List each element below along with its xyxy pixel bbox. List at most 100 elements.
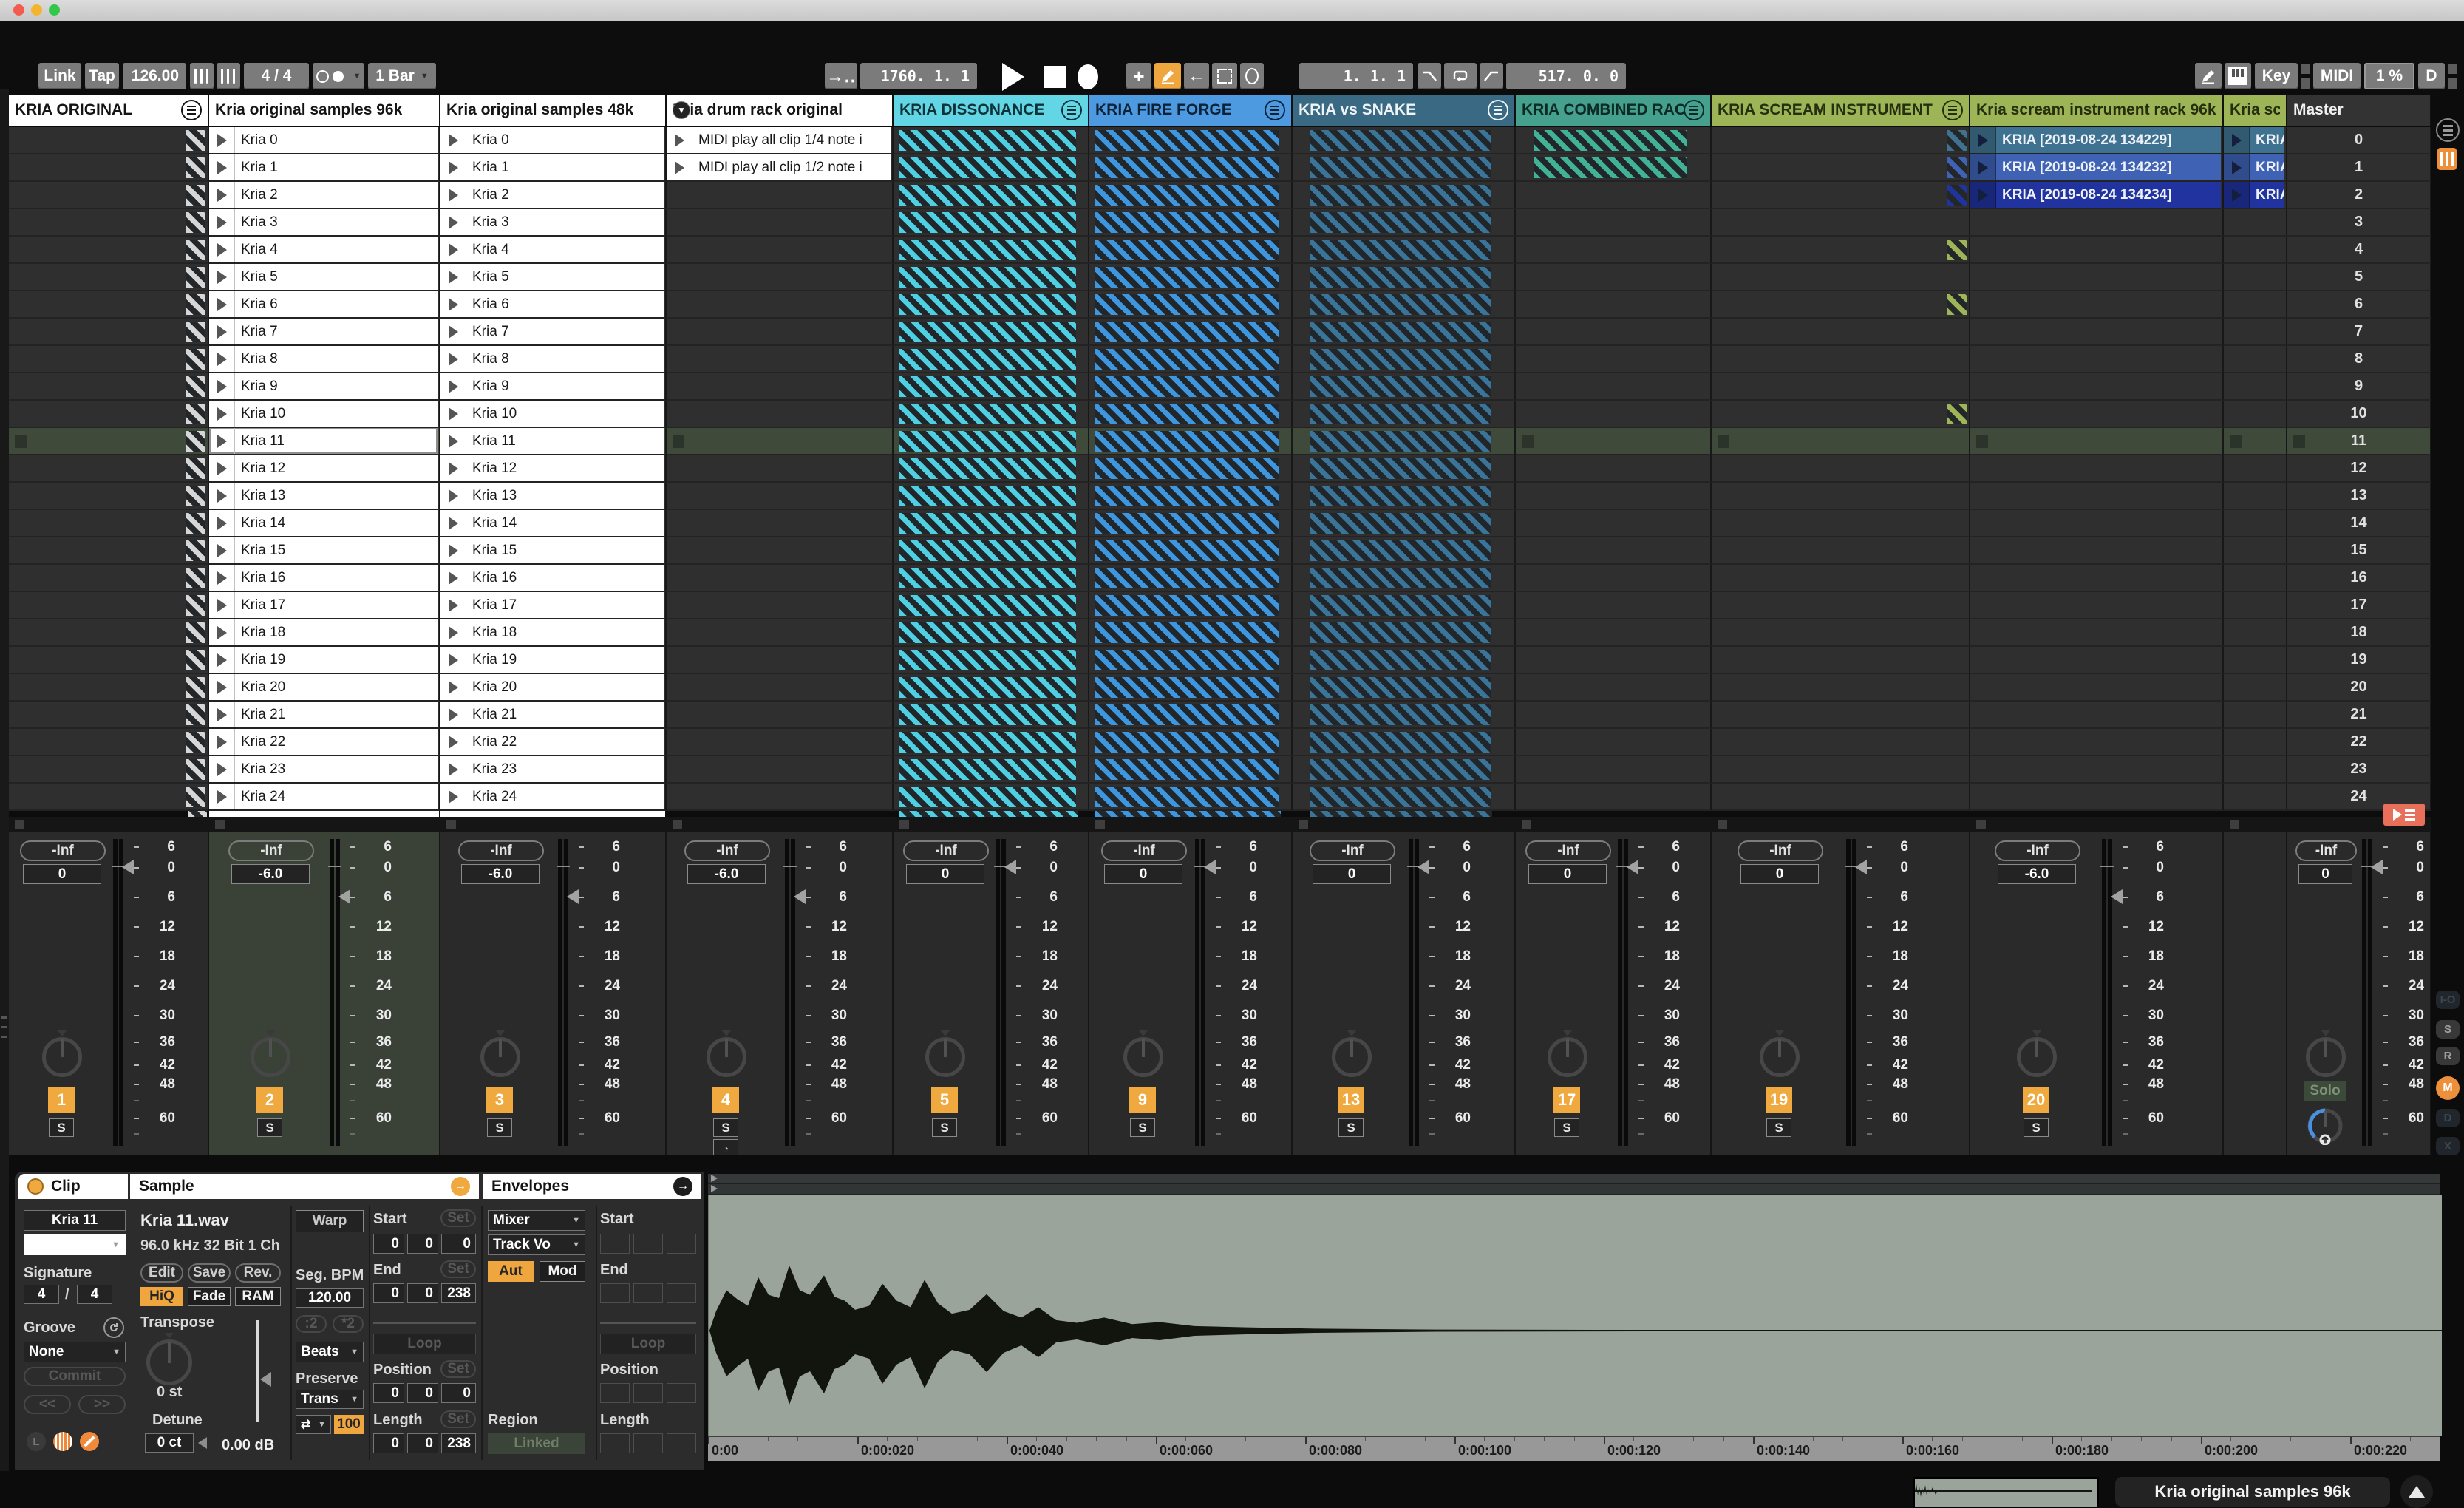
clip-slot[interactable] (1970, 537, 2224, 565)
clip[interactable]: Kria 10 (209, 401, 438, 427)
clip[interactable]: Kria 14 (440, 510, 664, 536)
clip-slot[interactable]: Kria 6 (440, 291, 667, 319)
group-clip-hatch[interactable] (899, 431, 1076, 452)
clip-slot[interactable] (9, 510, 209, 537)
clip-slot[interactable] (1516, 346, 1712, 373)
group-clip-hatch[interactable] (899, 732, 1076, 753)
peak-level-display[interactable]: -Inf (458, 840, 544, 861)
clip-launch-button[interactable] (667, 127, 692, 153)
clip-slot[interactable] (1516, 428, 1712, 455)
clip-slot[interactable] (2224, 756, 2287, 784)
clip-slot[interactable]: Kria 7 (440, 319, 667, 346)
modulation-toggle[interactable]: Mod (540, 1261, 585, 1282)
clip-slot[interactable] (9, 237, 209, 264)
group-clip-hatch[interactable] (1095, 458, 1279, 479)
clip-slot[interactable] (1712, 647, 1970, 674)
gain-slider-handle[interactable] (260, 1372, 271, 1387)
position-bars-field[interactable]: 0 (373, 1383, 404, 1403)
group-clip-hatch[interactable] (899, 240, 1076, 260)
solo-button[interactable]: S (932, 1118, 957, 1137)
group-clip-hatch[interactable] (899, 185, 1076, 206)
clip-slot[interactable] (667, 209, 894, 237)
clip-slot[interactable] (1089, 373, 1293, 401)
group-clip-hatch[interactable] (899, 458, 1076, 479)
pan-knob[interactable] (480, 1037, 520, 1077)
clip-slot[interactable]: Kria 11 (209, 428, 440, 455)
clip[interactable]: Kria 0 (440, 127, 664, 153)
clip-slot[interactable] (1712, 756, 1970, 784)
scene-row[interactable]: 15 (2287, 537, 2431, 565)
clip[interactable]: Kria 10 (440, 401, 664, 427)
clip-slot[interactable] (1712, 784, 1970, 811)
clip-slot[interactable]: Kria 19 (209, 647, 440, 674)
clip-slot[interactable]: Kria 21 (440, 702, 667, 729)
volume-fader-handle[interactable] (567, 889, 579, 904)
clip-slot[interactable] (9, 647, 209, 674)
clip-slot[interactable] (894, 237, 1089, 264)
pan-knob[interactable] (925, 1037, 965, 1077)
group-clip-hatch[interactable] (1095, 404, 1279, 424)
clip-launch-button[interactable] (440, 154, 466, 180)
draw-mode-toggle[interactable] (2195, 63, 2222, 89)
group-clip-hatch[interactable] (1310, 130, 1491, 151)
clip-slot[interactable]: Kria 20 (209, 674, 440, 702)
clip-slot[interactable] (667, 510, 894, 537)
clip[interactable]: Kria 1 (440, 154, 664, 180)
group-clip-hatch[interactable] (1534, 130, 1687, 151)
clip-slot[interactable] (1970, 619, 2224, 647)
clip-slot[interactable] (2224, 209, 2287, 237)
show-crossfader-toggle[interactable]: X (2436, 1137, 2460, 1155)
track-menu-icon[interactable] (1488, 100, 1508, 120)
groove-chooser[interactable]: None▼ (24, 1342, 126, 1362)
track-header[interactable]: KRIA DISSONANCE (894, 95, 1089, 126)
volume-value-field[interactable]: -6.0 (687, 864, 766, 884)
clip-slot[interactable] (9, 373, 209, 401)
clip-slot[interactable] (2224, 674, 2287, 702)
clip-slot[interactable] (667, 291, 894, 319)
clip-slot[interactable] (894, 647, 1089, 674)
clip-slot[interactable] (2224, 619, 2287, 647)
clip-launch-button[interactable] (2224, 127, 2250, 153)
clip-launch-button[interactable] (440, 537, 466, 563)
volume-fader-handle[interactable] (1004, 860, 1016, 874)
clip-slot[interactable]: KRIA [2019-08-24 134229] (1970, 127, 2224, 154)
clip-launch-button[interactable] (440, 592, 466, 618)
clip-launch-button[interactable] (440, 264, 466, 290)
clip-slot[interactable] (9, 537, 209, 565)
clip-slot[interactable] (1712, 127, 1970, 154)
metronome-button[interactable]: ▼ (313, 63, 364, 89)
group-clip-hatch[interactable] (1095, 513, 1279, 534)
env-start-field[interactable] (633, 1234, 663, 1254)
clip[interactable]: Kria 19 (440, 647, 664, 673)
clip-slot[interactable] (1970, 483, 2224, 510)
clip-slot[interactable] (1089, 455, 1293, 483)
clip[interactable]: Kria 12 (209, 455, 438, 481)
clip-slot[interactable] (1516, 483, 1712, 510)
clip-slot[interactable] (1712, 619, 1970, 647)
clip-slot[interactable] (9, 729, 209, 756)
clip-slot[interactable] (894, 565, 1089, 592)
group-clip-hatch[interactable] (1310, 458, 1491, 479)
clip-slot[interactable]: Kria 14 (209, 510, 440, 537)
group-clip-hatch[interactable] (1095, 486, 1279, 506)
pan-knob[interactable] (2017, 1037, 2057, 1077)
clip-activator-icon[interactable] (27, 1178, 44, 1195)
clip-slot[interactable] (9, 401, 209, 428)
punch-marker-icon[interactable] (1240, 63, 1264, 89)
marker-lane[interactable] (708, 1184, 2440, 1195)
clip-slot[interactable] (1516, 565, 1712, 592)
clip-slot[interactable]: Kria 10 (440, 401, 667, 428)
clip-slot[interactable] (667, 756, 894, 784)
clip-slot[interactable] (894, 291, 1089, 319)
clip-launch-button[interactable] (209, 373, 235, 399)
clip-slot[interactable] (894, 702, 1089, 729)
arrow-right-icon[interactable]: → (673, 1177, 692, 1196)
solo-button[interactable]: S (1554, 1118, 1579, 1137)
clip-slot[interactable] (667, 264, 894, 291)
clip-slot[interactable]: Kria 3 (209, 209, 440, 237)
group-clip-hatch[interactable] (899, 595, 1076, 616)
clip-launch-button[interactable] (1970, 154, 1996, 180)
clip-slot[interactable] (1712, 291, 1970, 319)
maximize-window-button[interactable] (49, 4, 60, 16)
group-clip-hatch[interactable] (899, 540, 1076, 561)
